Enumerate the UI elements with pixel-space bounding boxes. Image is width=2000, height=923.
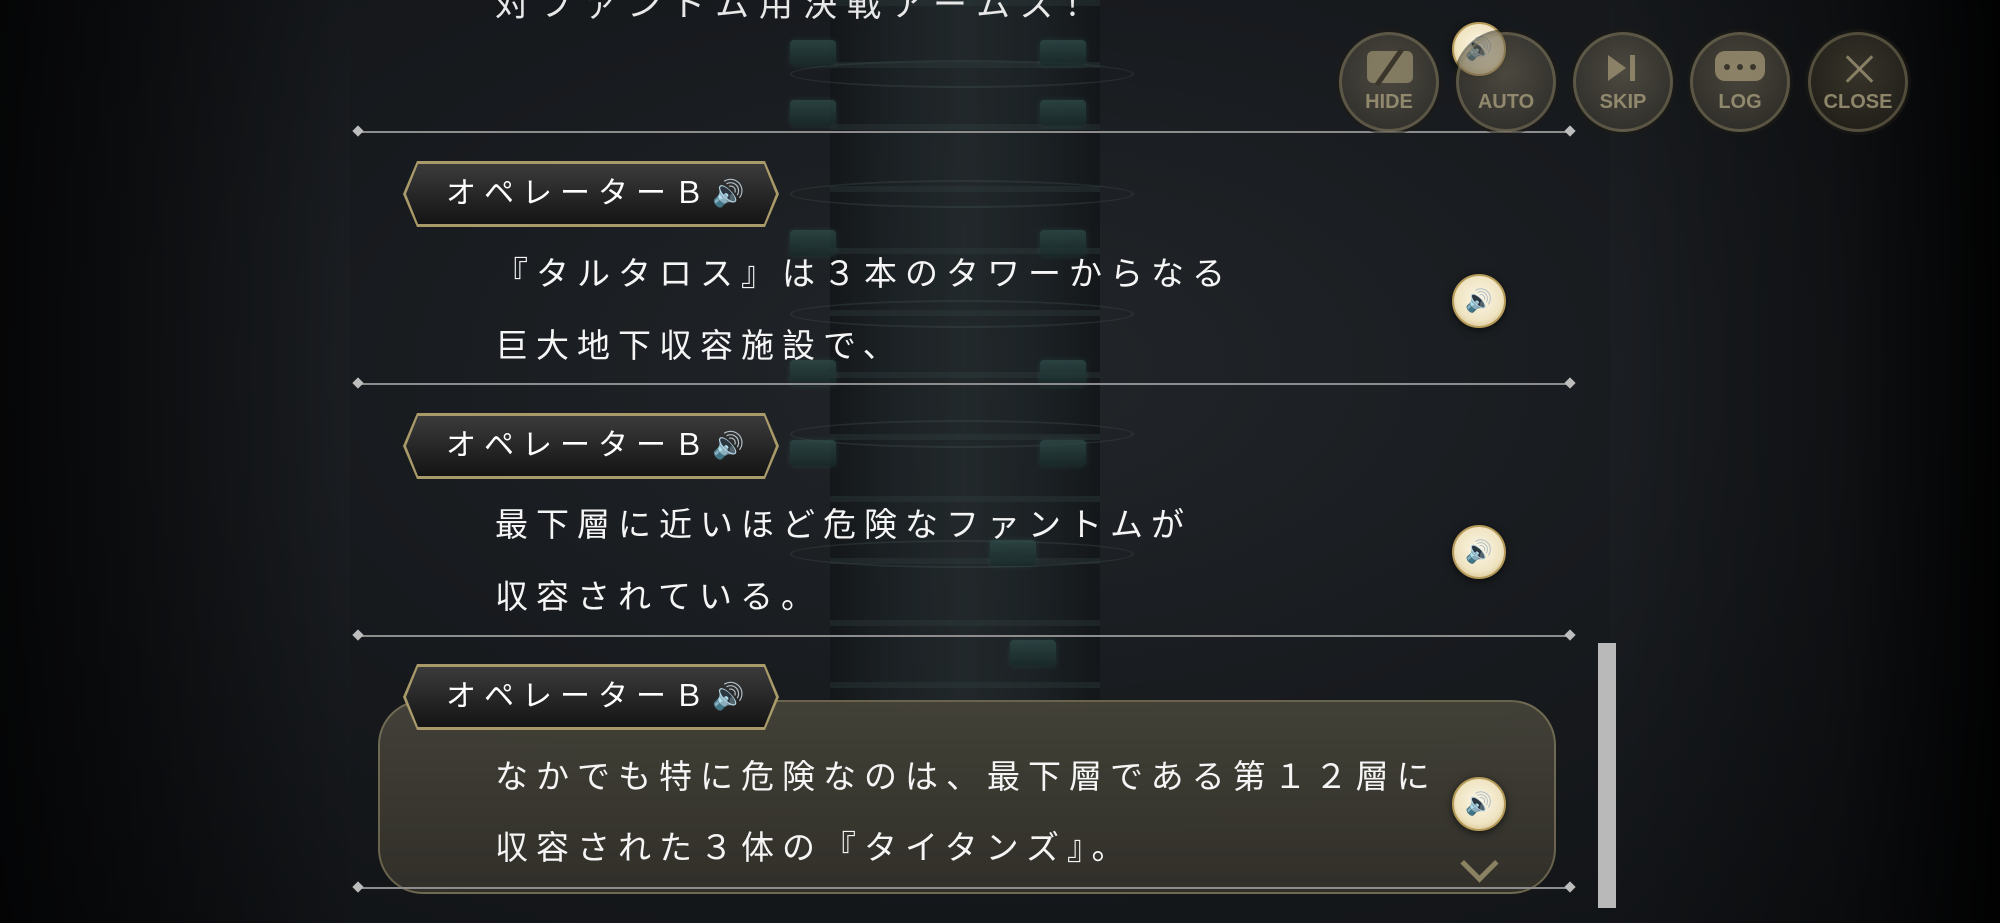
auto-button[interactable]: AUTO [1456,32,1556,132]
log-divider [358,383,1570,385]
log-line: 『タルタロス』は３本のタワーからなる [495,254,1233,293]
log-label: LOG [1718,91,1762,113]
hide-button[interactable]: HIDE [1339,32,1439,132]
speaker-icon: 🔊 [1465,791,1493,817]
eye-slash-icon [1367,51,1413,83]
log-divider [358,635,1570,637]
skip-icon [1608,55,1626,81]
log-button[interactable]: LOG [1690,32,1790,132]
skip-button[interactable]: SKIP [1573,32,1673,132]
voice-replay-button[interactable]: 🔊 [1452,777,1506,831]
speaker-name: オペレーターＢ [446,428,712,463]
close-button[interactable]: CLOSE [1808,32,1908,132]
log-line: 巨大地下収容施設で、 [495,326,904,365]
speaker-icon: 🔊 [1465,288,1493,314]
speaker-name: オペレーターＢ [446,176,712,211]
skip-icon-bar [1630,55,1635,81]
speaker-icon: 🔊 [1465,539,1493,565]
speaker-name: オペレーターＢ [446,679,712,714]
skip-label: SKIP [1599,91,1647,113]
log-divider [358,887,1570,889]
speaker-icon: 🔊 [712,682,745,712]
background-shade [1600,0,2000,923]
log-line: なかでも特に危険なのは、最下層である第１２層に [495,757,1438,796]
close-icon [1844,53,1874,83]
log-line: 最下層に近いほど危険なファントムが [495,505,1192,544]
log-scrollbar[interactable] [1598,643,1616,908]
log-line-partial: 対ファントム用決戦アームズ！ [495,0,1108,25]
hide-label: HIDE [1365,91,1413,113]
log-screen: 対ファントム用決戦アームズ！ 🔊 オペレーターＢ 🔊 『タルタロス』は３本のタワ… [0,0,2000,923]
auto-label: AUTO [1477,91,1535,113]
log-line: 収容されている。 [495,577,823,616]
chat-bubble-icon [1715,51,1765,81]
voice-replay-button[interactable]: 🔊 [1452,525,1506,579]
log-line: 収容された３体の『タイタンズ』。 [495,828,1133,867]
close-label: CLOSE [1823,91,1893,113]
speaker-icon: 🔊 [712,179,745,209]
voice-replay-button[interactable]: 🔊 [1452,274,1506,328]
speaker-icon: 🔊 [712,431,745,461]
background-shade [0,0,360,923]
